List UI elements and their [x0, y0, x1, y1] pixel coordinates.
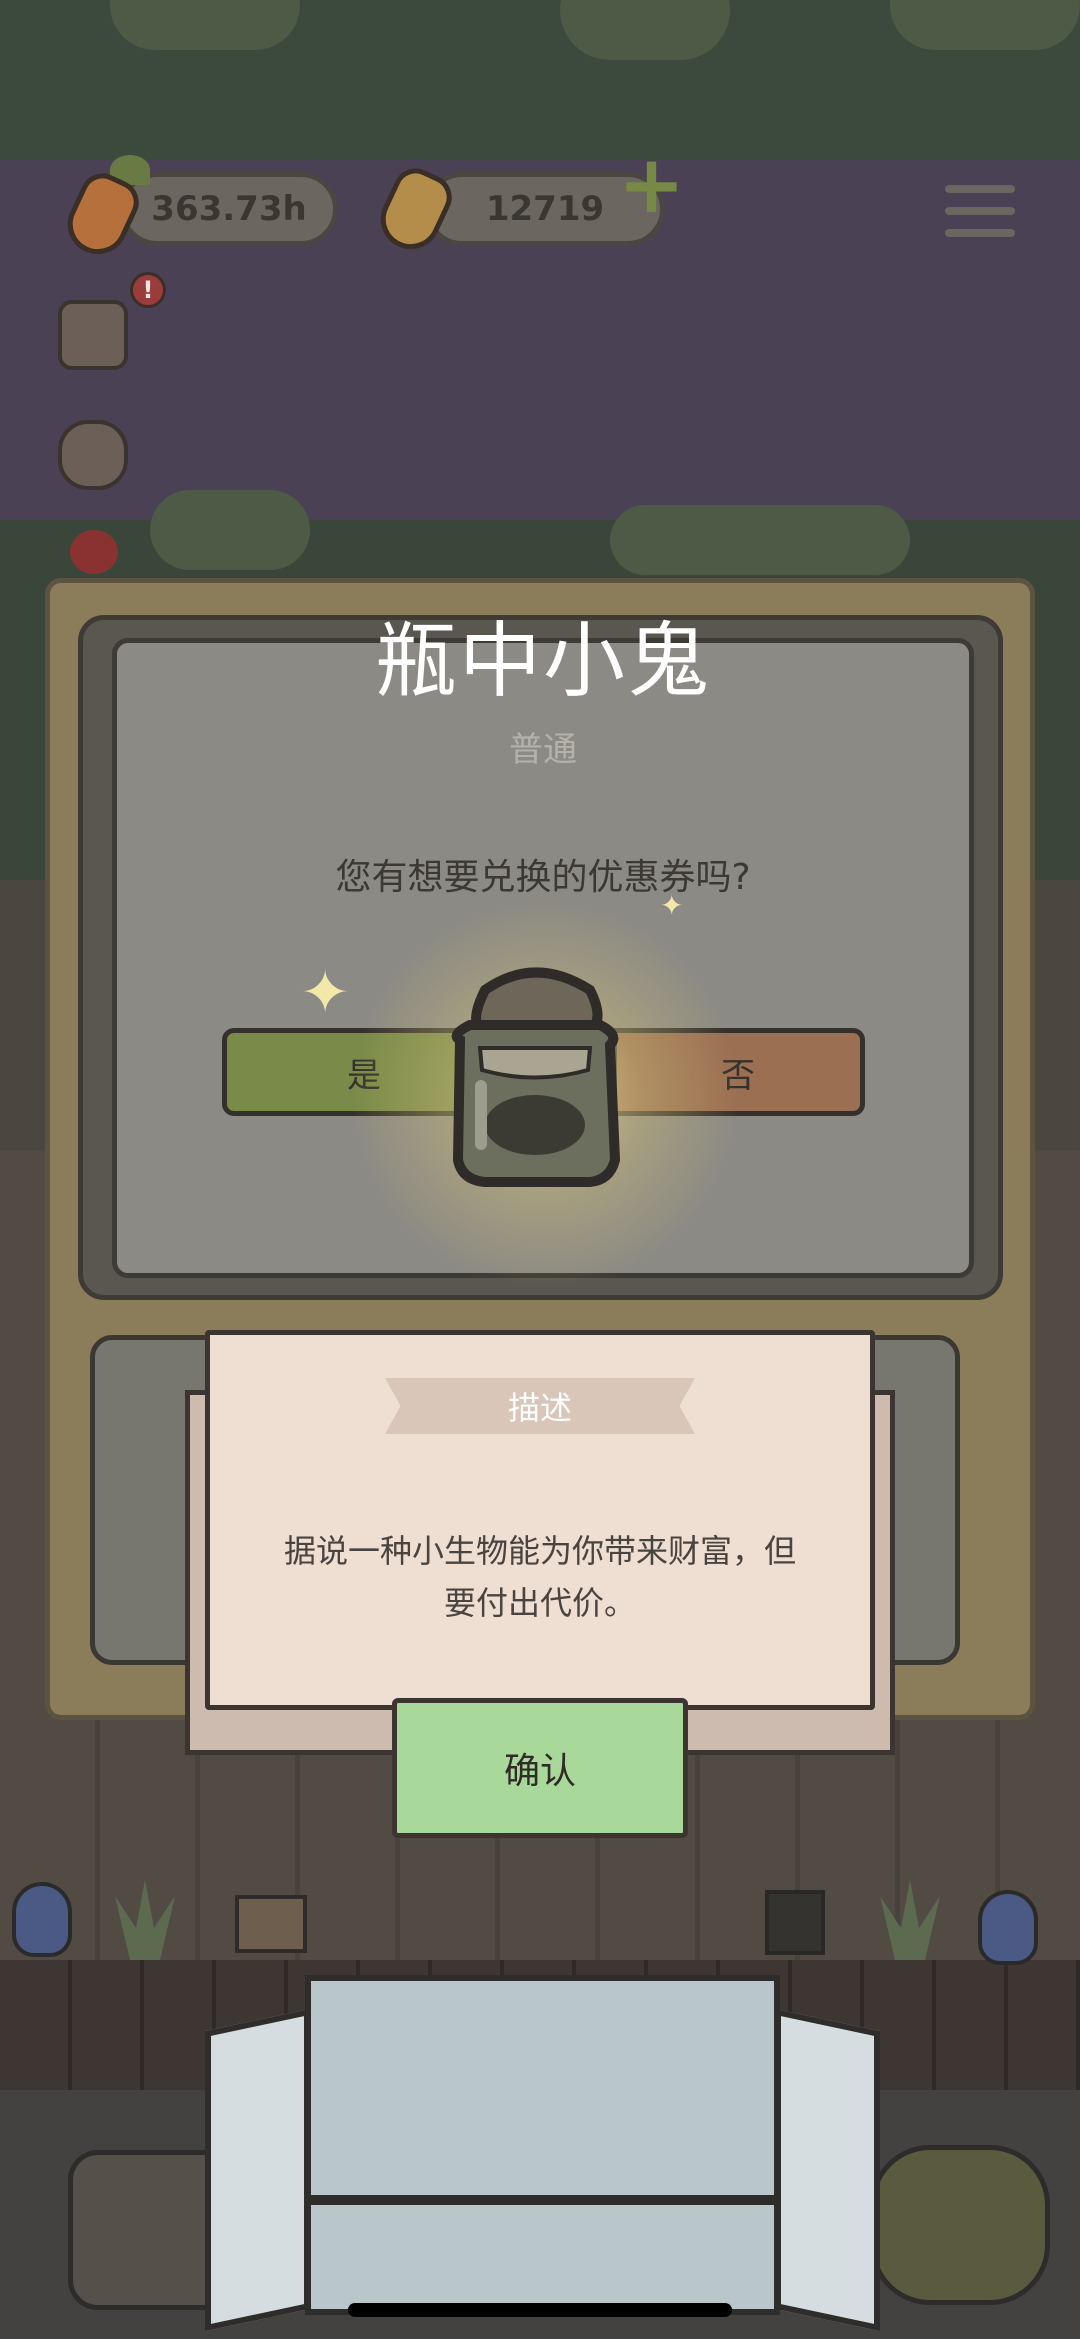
description-text: 据说一种小生物能为你带来财富，但 要付出代价。 — [255, 1525, 825, 1629]
rabbit-pot-icon[interactable] — [58, 420, 128, 490]
carrot-time-counter: 363.73h — [120, 172, 338, 246]
item-rarity: 普通 — [509, 730, 577, 770]
menu-bar-icon — [945, 207, 1015, 215]
shelf-left-door[interactable] — [205, 2008, 310, 2332]
crate-decoration — [235, 1895, 307, 1953]
description-line: 据说一种小生物能为你带来财富，但 — [283, 1532, 796, 1570]
bottle-imp-jar-icon — [451, 967, 621, 1187]
apple-icon — [70, 530, 118, 574]
bush-decoration — [610, 505, 910, 575]
bush-decoration — [110, 0, 300, 50]
menu-button[interactable] — [945, 185, 1015, 245]
confirm-button[interactable]: 确认 — [392, 1698, 688, 1838]
vase-decoration — [978, 1890, 1038, 1965]
tree-house-button[interactable] — [870, 2145, 1050, 2305]
description-line: 要付出代价。 — [443, 1584, 636, 1622]
item-title: 瓶中小鬼 — [374, 614, 711, 709]
shop-stall-icon[interactable] — [58, 300, 128, 370]
home-indicator[interactable] — [348, 2303, 732, 2317]
menu-bar-icon — [945, 229, 1015, 237]
confirm-button-label: 确认 — [503, 1751, 576, 1792]
shelf-divider — [305, 2195, 780, 2205]
bush-decoration — [150, 490, 310, 570]
gold-carrot-value: 12719 — [485, 189, 605, 229]
shelf-right-door[interactable] — [775, 2008, 880, 2332]
bush-decoration — [560, 0, 730, 60]
menu-bar-icon — [945, 185, 1015, 193]
description-header: 描述 — [385, 1378, 695, 1434]
add-gold-carrot-icon[interactable]: + — [618, 145, 685, 225]
carrot-time-value: 363.73h — [151, 189, 307, 229]
bush-decoration — [890, 0, 1080, 50]
description-header-label: 描述 — [507, 1389, 572, 1427]
coupon-question: 您有想要兑换的优惠券吗? — [335, 857, 751, 898]
sign-decoration — [765, 1890, 825, 1955]
shelf-cabinet[interactable] — [305, 1975, 780, 2315]
vase-decoration — [12, 1882, 72, 1957]
alert-badge: ! — [130, 272, 166, 308]
sparkle-icon: ✦ — [660, 889, 684, 922]
sparkle-icon: ✦ — [300, 958, 351, 1028]
alert-mark: ! — [142, 276, 154, 304]
